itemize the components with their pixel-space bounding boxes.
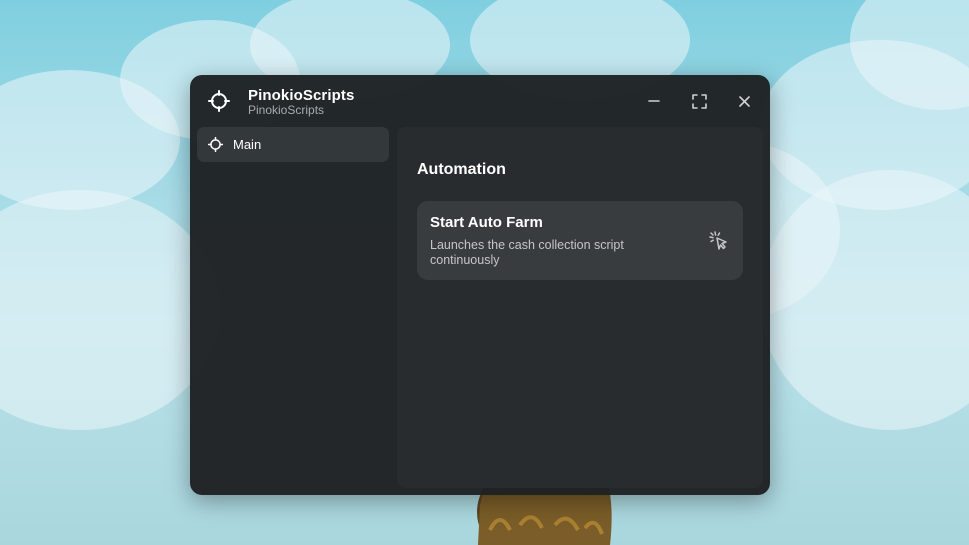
crosshair-icon: [208, 90, 230, 112]
minimize-button[interactable]: [642, 89, 666, 113]
pointer-click-icon: [709, 231, 727, 250]
close-button[interactable]: [732, 89, 756, 113]
sidebar-item-main[interactable]: Main: [197, 127, 389, 162]
button-description: Launches the cash collection script cont…: [430, 238, 624, 267]
start-auto-farm-button[interactable]: Start Auto Farm Launches the cash collec…: [417, 201, 743, 280]
sidebar: Main: [196, 127, 390, 489]
maximize-icon: [691, 93, 707, 109]
window-subtitle: PinokioScripts: [248, 103, 325, 117]
crosshair-icon: [208, 137, 223, 152]
main-panel: Automation Start Auto Farm Launches the …: [397, 127, 763, 488]
minimize-icon: [648, 100, 660, 102]
sidebar-item-label: Main: [233, 137, 262, 152]
title-bar[interactable]: PinokioScripts PinokioScripts: [190, 75, 770, 127]
window-title: PinokioScripts: [248, 87, 355, 104]
button-title: Start Auto Farm: [430, 214, 543, 231]
close-icon: [738, 95, 750, 107]
maximize-button[interactable]: [687, 89, 711, 113]
cloud: [0, 190, 220, 430]
section-title: Automation: [417, 161, 506, 178]
script-window: PinokioScripts PinokioScripts Main Autom…: [190, 75, 770, 495]
